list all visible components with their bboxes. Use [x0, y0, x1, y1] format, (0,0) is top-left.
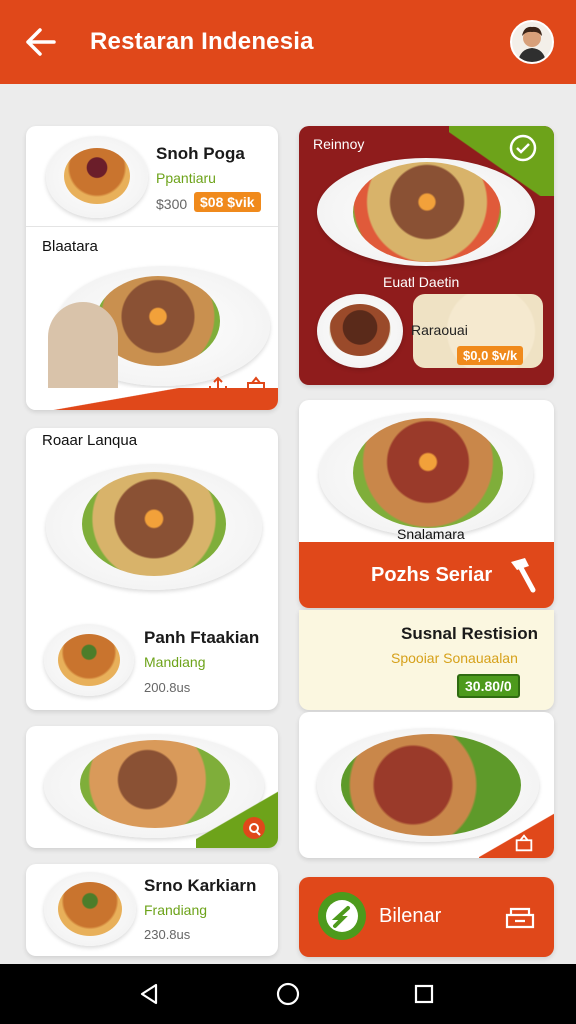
bilenar-button[interactable]: Bilenar: [299, 877, 554, 957]
button-label: Bilenar: [379, 905, 442, 927]
dish-meta: 200.8us: [144, 680, 191, 695]
system-nav-bar: [0, 964, 576, 1024]
dish-card-grill[interactable]: [26, 726, 278, 848]
dish-card-roaar-lanqua[interactable]: Roaar Lanqua Panh Ftaakian Mandiang 200.…: [26, 428, 278, 710]
platter-food-image: [353, 162, 501, 262]
platter-food-image: [82, 472, 226, 576]
box-icon: [505, 907, 535, 929]
hammer-icon: [511, 558, 536, 593]
platter-food-image: [353, 418, 503, 528]
restaurant-price-badge: 30.80/0: [457, 674, 520, 698]
arrow-left-icon[interactable]: [22, 26, 58, 58]
dish-name: Srno Karkiarn: [144, 876, 257, 895]
side-food-image: [329, 304, 391, 356]
dish-meta: 230.8us: [144, 927, 191, 942]
dish-subtitle: Ppantiaru: [156, 170, 216, 186]
promo-dish-label: Euatl Daetin: [383, 274, 460, 290]
bag-icon[interactable]: [244, 374, 268, 398]
card-corner-accent: [26, 388, 278, 410]
restaurant-info-card[interactable]: Susnal Restision Spooiar Sonauaalan 30.8…: [299, 610, 554, 710]
check-circle-icon[interactable]: [509, 134, 537, 162]
dish-name: Panh Ftaakian: [144, 628, 260, 647]
user-avatar-icon[interactable]: [510, 20, 554, 64]
dish-card-srno-karkiarn[interactable]: Srno Karkiarn Frandiang 230.8us: [26, 864, 278, 956]
woman-figure-image: [48, 302, 118, 402]
promo-card[interactable]: Reinnoy Euatl Daetin Raraouai $0,0 $v/k: [299, 126, 554, 385]
leaf-circle-icon: [318, 892, 366, 940]
promo-tag: Reinnoy: [313, 136, 365, 152]
offer-icon[interactable]: [242, 816, 266, 840]
noodle-food-image: [58, 634, 120, 686]
page-title: Restaran Indenesia: [90, 28, 314, 55]
dish-label: Snalamara: [397, 526, 465, 542]
pozhs-seriar-button[interactable]: Pozhs Seriar: [299, 542, 554, 608]
divider: [26, 226, 278, 227]
recent-square-icon[interactable]: [410, 980, 438, 1008]
dish-card-snoh-poga[interactable]: Snoh Poga Ppantiaru $300 $08 $vik Blaata…: [26, 126, 278, 410]
dish-subtitle: Frandiang: [144, 902, 208, 918]
dish-name: Snoh Poga: [156, 144, 245, 163]
noodle-food-image: [58, 882, 122, 936]
card-title: Roaar Lanqua: [42, 432, 138, 449]
restaurant-subtitle: Spooiar Sonauaalan: [391, 650, 518, 666]
dish-card-platter[interactable]: [299, 712, 554, 858]
home-circle-icon[interactable]: [274, 980, 302, 1008]
button-label: Pozhs Seriar: [371, 564, 493, 586]
dish-subtitle: Mandiang: [144, 654, 206, 670]
price-badge: $08 $vik: [194, 192, 261, 212]
side-label: Raraouai: [411, 322, 468, 338]
dish-card-snalamara[interactable]: Snalamara Pozhs Seriar: [299, 400, 554, 608]
section-title: Blaatara: [42, 238, 98, 255]
bag-icon[interactable]: [513, 832, 535, 854]
noodle-food-image: [64, 148, 130, 204]
back-triangle-icon[interactable]: [136, 980, 164, 1008]
promo-price-badge: $0,0 $v/k: [457, 346, 524, 365]
app-bar: Restaran Indenesia: [0, 0, 576, 84]
old-price: $300: [156, 196, 188, 212]
restaurant-name: Susnal Restision: [401, 624, 538, 643]
share-icon[interactable]: [206, 374, 230, 398]
